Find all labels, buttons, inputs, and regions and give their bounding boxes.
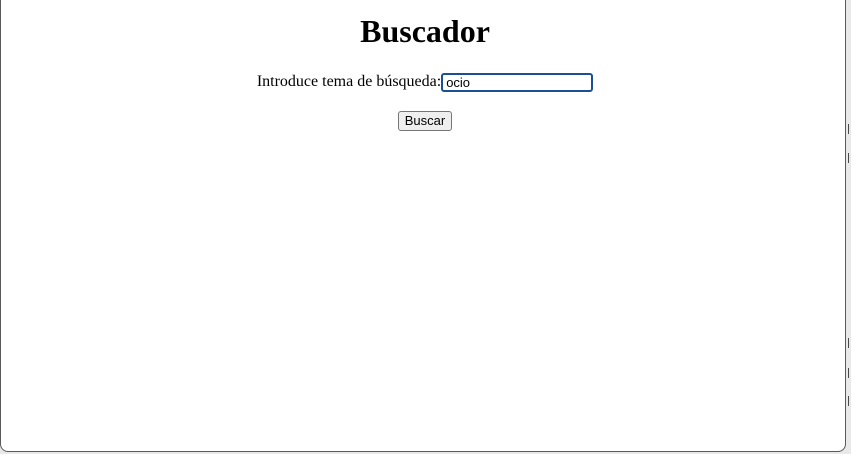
search-form-row: Introduce tema de búsqueda:	[1, 71, 849, 93]
submit-row: Buscar	[1, 111, 849, 131]
page-title: Buscador	[360, 13, 490, 49]
search-input[interactable]	[441, 72, 594, 92]
search-label: Introduce tema de búsqueda:	[256, 73, 442, 90]
search-button[interactable]: Buscar	[397, 111, 453, 131]
browser-window: Buscador Introduce tema de búsqueda: Bus…	[0, 0, 846, 452]
